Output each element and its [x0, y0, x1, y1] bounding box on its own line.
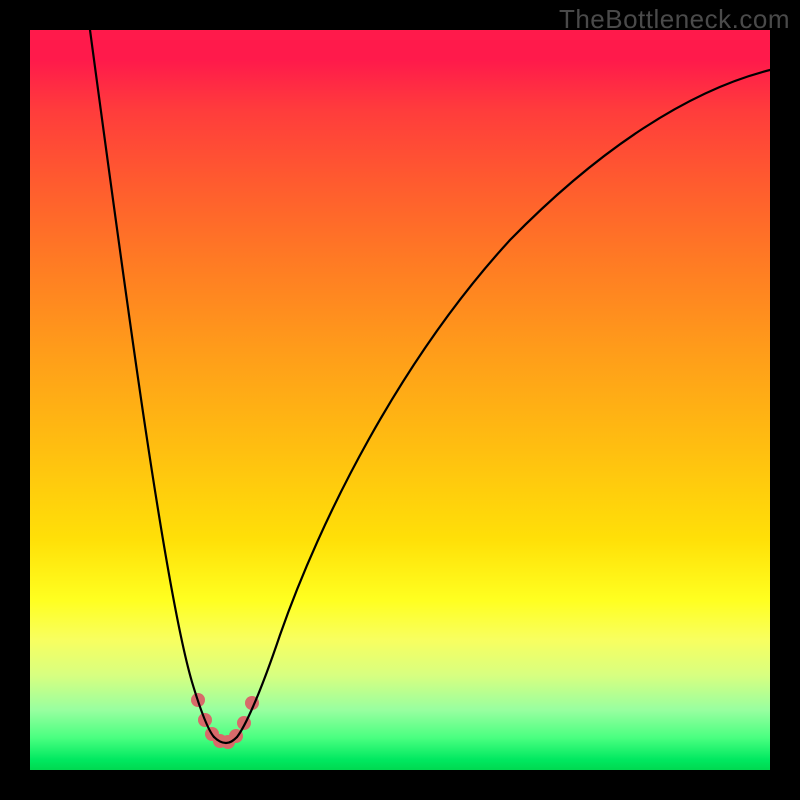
curve-right-arm [237, 70, 770, 737]
trough-markers [191, 693, 259, 749]
bottleneck-curve [30, 30, 770, 770]
curve-left-arm [90, 30, 214, 737]
chart-area [30, 30, 770, 770]
